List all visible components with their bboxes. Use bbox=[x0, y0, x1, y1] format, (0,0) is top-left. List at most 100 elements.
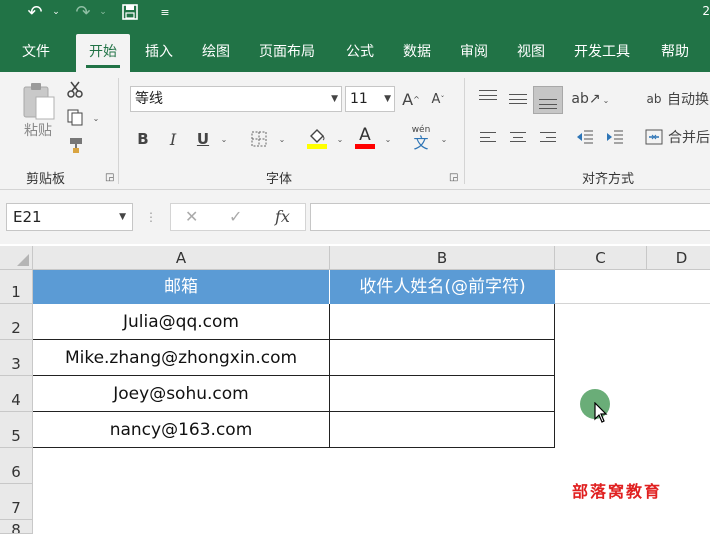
format-painter-icon[interactable] bbox=[64, 134, 86, 156]
paste-label[interactable]: 粘贴 bbox=[18, 120, 58, 140]
grow-font-icon[interactable]: A ^ bbox=[400, 86, 422, 112]
cell-b4[interactable] bbox=[330, 376, 555, 412]
row-gridline bbox=[555, 303, 710, 304]
cell-a3[interactable]: Mike.zhang@zhongxin.com bbox=[33, 340, 330, 376]
fill-color-icon[interactable] bbox=[304, 124, 330, 152]
fill-color-dropdown-icon[interactable]: ⌄ bbox=[334, 132, 346, 146]
row-header-2[interactable]: 2 bbox=[0, 304, 33, 340]
shrink-font-icon[interactable]: Aˇ bbox=[427, 86, 449, 112]
cell-b1[interactable]: 收件人姓名(@前字符) bbox=[330, 270, 555, 304]
clipboard-launcher-icon[interactable]: ◲ bbox=[105, 172, 114, 183]
font-color-icon[interactable]: A bbox=[352, 122, 378, 152]
customize-quick-access-icon[interactable]: ≡ bbox=[154, 0, 176, 24]
font-color-dropdown-icon[interactable]: ⌄ bbox=[382, 132, 394, 146]
redo-dropdown-icon[interactable]: ⌄ bbox=[97, 0, 109, 24]
watermark-text: 部落窝教育 bbox=[572, 482, 663, 501]
formula-bar: E21 ▼ ⋮ ✕ ✓ fx bbox=[0, 190, 710, 244]
cell-a2[interactable]: Julia@qq.com bbox=[33, 304, 330, 340]
cell-b3[interactable] bbox=[330, 340, 555, 376]
formula-bar-grip-icon[interactable]: ⋮ bbox=[145, 206, 157, 228]
cancel-icon[interactable]: ✕ bbox=[185, 204, 198, 230]
merge-center-icon[interactable] bbox=[643, 126, 665, 148]
borders-icon[interactable] bbox=[248, 128, 270, 150]
select-all-button[interactable] bbox=[0, 246, 33, 270]
alignment-group-label: 对齐方式 bbox=[582, 172, 635, 187]
copy-icon[interactable] bbox=[64, 106, 86, 128]
cell-a4[interactable]: Joey@sohu.com bbox=[33, 376, 330, 412]
row-header-5[interactable]: 5 bbox=[0, 412, 33, 448]
wrap-text-icon[interactable]: ab bbox=[644, 88, 664, 110]
tab-developer[interactable]: 开发工具 bbox=[574, 34, 630, 72]
column-header-a[interactable]: A bbox=[33, 246, 330, 270]
column-header-b[interactable]: B bbox=[330, 246, 555, 270]
align-center-icon[interactable] bbox=[510, 132, 526, 142]
tab-data[interactable]: 数据 bbox=[403, 34, 431, 72]
formula-input[interactable] bbox=[310, 203, 710, 231]
tab-view[interactable]: 视图 bbox=[517, 34, 545, 72]
redo-icon[interactable]: ↷ bbox=[70, 0, 96, 24]
enter-icon[interactable]: ✓ bbox=[229, 204, 242, 230]
formula-buttons: ✕ ✓ fx bbox=[170, 203, 306, 231]
font-group-label: 字体 bbox=[266, 172, 293, 187]
tab-draw[interactable]: 绘图 bbox=[202, 34, 230, 72]
insert-function-button[interactable]: fx bbox=[275, 204, 290, 230]
orientation-icon[interactable]: ab↗ bbox=[571, 88, 600, 110]
tab-page-layout[interactable]: 页面布局 bbox=[259, 34, 315, 72]
save-icon[interactable] bbox=[118, 0, 142, 24]
cell-a1[interactable]: 邮箱 bbox=[33, 270, 330, 304]
underline-dropdown-icon[interactable]: ⌄ bbox=[218, 132, 230, 146]
cell-b2[interactable] bbox=[330, 304, 555, 340]
column-header-c[interactable]: C bbox=[555, 246, 647, 270]
increase-indent-icon[interactable] bbox=[604, 126, 626, 148]
name-box-dropdown-icon: ▼ bbox=[119, 212, 126, 222]
align-top-icon[interactable] bbox=[479, 90, 497, 100]
align-middle-icon[interactable] bbox=[509, 94, 527, 104]
cell-a5[interactable]: nancy@163.com bbox=[33, 412, 330, 448]
tab-insert[interactable]: 插入 bbox=[145, 34, 173, 72]
tab-help[interactable]: 帮助 bbox=[661, 34, 689, 72]
name-box[interactable]: E21 ▼ bbox=[6, 203, 133, 231]
decrease-indent-icon[interactable] bbox=[574, 126, 596, 148]
cell-b5[interactable] bbox=[330, 412, 555, 448]
font-name-dropdown-icon: ▼ bbox=[331, 94, 338, 104]
row-header-6[interactable]: 6 bbox=[0, 448, 33, 484]
column-header-d[interactable]: D bbox=[647, 246, 710, 270]
tab-file[interactable]: 文件 bbox=[22, 34, 50, 72]
paste-icon[interactable] bbox=[18, 80, 58, 122]
undo-dropdown-icon[interactable]: ⌄ bbox=[50, 0, 62, 24]
wrap-text-button[interactable]: 自动换 bbox=[667, 88, 710, 110]
window-title-edge: 2 bbox=[702, 4, 710, 18]
merge-center-button[interactable]: 合并后 bbox=[668, 126, 710, 148]
orientation-dropdown-icon[interactable]: ⌄ bbox=[600, 94, 612, 106]
bold-button[interactable]: B bbox=[132, 126, 154, 152]
row-header-3[interactable]: 3 bbox=[0, 340, 33, 376]
align-right-icon[interactable] bbox=[540, 132, 556, 142]
cut-icon[interactable] bbox=[64, 78, 86, 100]
font-name-select[interactable]: 等线 ▼ bbox=[130, 86, 342, 112]
group-divider bbox=[464, 78, 465, 184]
row-header-7[interactable]: 7 bbox=[0, 484, 33, 520]
underline-button[interactable]: U bbox=[192, 126, 214, 152]
font-size-select[interactable]: 11 ▼ bbox=[345, 86, 395, 112]
align-bottom-button[interactable] bbox=[533, 86, 563, 114]
row-header-1[interactable]: 1 bbox=[0, 270, 33, 304]
tab-formulas[interactable]: 公式 bbox=[346, 34, 374, 72]
undo-icon[interactable]: ↶ bbox=[22, 0, 48, 24]
font-size-dropdown-icon: ▼ bbox=[384, 94, 391, 104]
copy-dropdown-icon[interactable]: ⌄ bbox=[90, 112, 102, 124]
tab-home[interactable]: 开始 bbox=[76, 34, 130, 72]
row-header-4[interactable]: 4 bbox=[0, 376, 33, 412]
row-header-8[interactable]: 8 bbox=[0, 520, 33, 534]
font-launcher-icon[interactable]: ◲ bbox=[449, 172, 458, 183]
tab-review[interactable]: 审阅 bbox=[460, 34, 488, 72]
mouse-pointer-icon bbox=[594, 401, 608, 428]
excel-window: ↶ ⌄ ↷ ⌄ ≡ 2 文件 开始 插入 绘图 页面布局 公式 数据 审阅 视图… bbox=[0, 0, 710, 534]
italic-button[interactable]: I bbox=[162, 126, 184, 152]
align-left-icon[interactable] bbox=[480, 132, 496, 142]
ribbon-tabs: 文件 开始 插入 绘图 页面布局 公式 数据 审阅 视图 开发工具 帮助 bbox=[0, 34, 710, 72]
phonetic-guide-icon[interactable]: wén 文 bbox=[408, 124, 434, 152]
clipboard-group-label: 剪贴板 bbox=[26, 172, 66, 187]
name-box-value: E21 bbox=[13, 208, 42, 226]
phonetic-dropdown-icon[interactable]: ⌄ bbox=[438, 132, 450, 146]
borders-dropdown-icon[interactable]: ⌄ bbox=[276, 132, 288, 146]
